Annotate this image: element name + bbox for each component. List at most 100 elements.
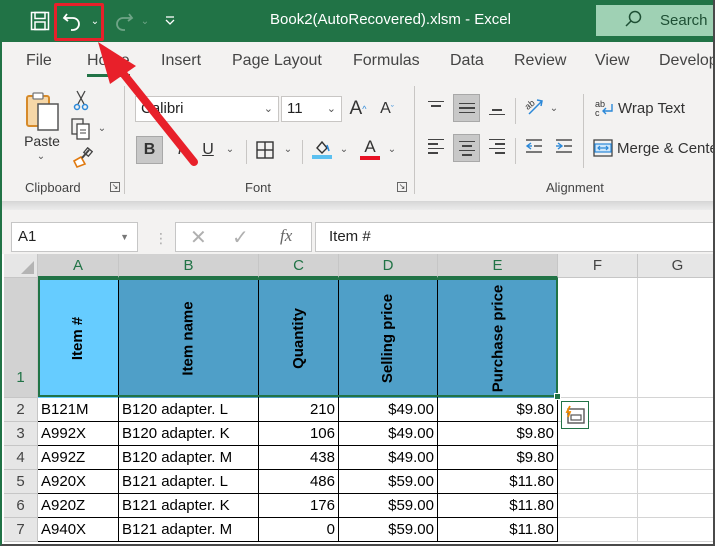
cell-name[interactable]: B120 adapter. L (119, 398, 259, 422)
row-header-7[interactable]: 7 (4, 518, 38, 542)
orientation-dropdown-icon[interactable]: ⌄ (548, 102, 560, 114)
header-cell-item-number[interactable]: Item # (38, 278, 119, 398)
italic-button[interactable]: I (169, 136, 191, 164)
column-header-b[interactable]: B (119, 254, 259, 278)
paste-dropdown-icon[interactable]: ⌄ (32, 150, 50, 162)
tab-developer[interactable]: Develop (659, 52, 713, 70)
font-size-select[interactable]: 11 ⌄ (281, 96, 342, 122)
tab-file[interactable]: File (26, 52, 52, 70)
enter-icon[interactable]: ✓ (232, 225, 249, 250)
tab-view[interactable]: View (595, 52, 629, 70)
cancel-icon[interactable]: ✕ (190, 225, 207, 250)
paste-button[interactable]: Paste (22, 132, 62, 150)
cell-name[interactable]: B121 adapter. M (119, 518, 259, 542)
cell-empty[interactable] (638, 494, 713, 518)
orientation-icon[interactable]: ab (522, 94, 546, 118)
font-color-dropdown-icon[interactable]: ⌄ (386, 142, 398, 156)
borders-icon[interactable] (254, 136, 276, 164)
cell-qty[interactable]: 0 (259, 518, 339, 542)
fill-color-dropdown-icon[interactable]: ⌄ (338, 142, 350, 156)
decrease-indent-icon[interactable] (522, 134, 546, 158)
cell-buy[interactable]: $11.80 (438, 518, 558, 542)
cell-item[interactable]: A920Z (38, 494, 119, 518)
cell-empty[interactable] (558, 494, 638, 518)
cell-f1[interactable] (558, 278, 638, 398)
cell-empty[interactable] (558, 470, 638, 494)
format-painter-icon[interactable] (70, 146, 94, 170)
cell-sell[interactable]: $49.00 (339, 446, 438, 470)
cell-sell[interactable]: $59.00 (339, 518, 438, 542)
name-box[interactable]: A1 ▼ (11, 222, 138, 252)
save-icon[interactable] (28, 8, 52, 34)
redo-icon[interactable] (112, 8, 136, 34)
column-header-a[interactable]: A (38, 254, 119, 278)
cell-buy[interactable]: $9.80 (438, 398, 558, 422)
cell-name[interactable]: B121 adapter. K (119, 494, 259, 518)
paste-icon[interactable] (22, 90, 64, 134)
cell-empty[interactable] (638, 398, 713, 422)
cell-sell[interactable]: $59.00 (339, 470, 438, 494)
column-header-f[interactable]: F (558, 254, 638, 278)
header-cell-quantity[interactable]: Quantity (259, 278, 339, 398)
font-color-icon[interactable]: A (358, 134, 382, 164)
header-cell-item-name[interactable]: Item name (119, 278, 259, 398)
insert-function-button[interactable]: fx (280, 226, 292, 246)
merge-center-button[interactable]: Merge & Cente (592, 136, 713, 160)
borders-dropdown-icon[interactable]: ⌄ (282, 142, 294, 156)
wrap-text-button[interactable]: ab c Wrap Text (594, 96, 713, 120)
quick-analysis-button[interactable] (561, 401, 589, 429)
cell-buy[interactable]: $11.80 (438, 494, 558, 518)
cell-buy[interactable]: $11.80 (438, 470, 558, 494)
cell-qty[interactable]: 210 (259, 398, 339, 422)
fill-handle[interactable] (554, 393, 561, 400)
header-cell-purchase-price[interactable]: Purchase price (438, 278, 558, 398)
cell-empty[interactable] (638, 470, 713, 494)
clipboard-dialog-launcher[interactable]: ↘ (110, 182, 120, 192)
tab-formulas[interactable]: Formulas (353, 52, 420, 70)
cell-empty[interactable] (638, 446, 713, 470)
row-header-3[interactable]: 3 (4, 422, 38, 446)
cell-qty[interactable]: 438 (259, 446, 339, 470)
cell-g1[interactable] (638, 278, 713, 398)
row-header-2[interactable]: 2 (4, 398, 38, 422)
cell-name[interactable]: B121 adapter. L (119, 470, 259, 494)
cell-buy[interactable]: $9.80 (438, 446, 558, 470)
font-name-select[interactable]: Calibri ⌄ (135, 96, 279, 122)
tab-data[interactable]: Data (450, 52, 484, 70)
cell-sell[interactable]: $49.00 (339, 422, 438, 446)
bold-button[interactable]: B (136, 136, 163, 164)
cell-empty[interactable] (558, 446, 638, 470)
cell-qty[interactable]: 176 (259, 494, 339, 518)
cell-qty[interactable]: 106 (259, 422, 339, 446)
tab-review[interactable]: Review (514, 52, 566, 70)
cell-empty[interactable] (558, 518, 638, 542)
header-cell-selling-price[interactable]: Selling price (339, 278, 438, 398)
decrease-font-size-button[interactable]: Aˇ (375, 96, 399, 122)
cell-item[interactable]: A992Z (38, 446, 119, 470)
cell-item[interactable]: A940X (38, 518, 119, 542)
cell-qty[interactable]: 486 (259, 470, 339, 494)
increase-font-size-button[interactable]: A ^ (346, 96, 370, 122)
column-header-g[interactable]: G (638, 254, 713, 278)
align-center-icon[interactable] (453, 134, 480, 162)
cell-empty[interactable] (638, 422, 713, 446)
increase-indent-icon[interactable] (552, 134, 576, 158)
cell-sell[interactable]: $59.00 (339, 494, 438, 518)
cell-empty[interactable] (638, 518, 713, 542)
cut-icon[interactable] (70, 88, 92, 112)
font-dialog-launcher[interactable]: ↘ (397, 182, 407, 192)
select-all-button[interactable] (4, 254, 38, 278)
bottom-align-icon[interactable] (486, 94, 508, 120)
redo-dropdown-icon[interactable]: ⌄ (138, 8, 152, 34)
cell-item[interactable]: A920X (38, 470, 119, 494)
row-header-6[interactable]: 6 (4, 494, 38, 518)
cell-sell[interactable]: $49.00 (339, 398, 438, 422)
align-left-icon[interactable] (425, 134, 447, 158)
row-header-1[interactable]: 1 (4, 278, 38, 398)
top-align-icon[interactable] (425, 94, 447, 118)
customize-qat-icon[interactable] (162, 8, 178, 34)
cell-item[interactable]: B121M (38, 398, 119, 422)
copy-dropdown-icon[interactable]: ⌄ (96, 122, 108, 134)
tab-insert[interactable]: Insert (161, 52, 201, 70)
row-header-4[interactable]: 4 (4, 446, 38, 470)
